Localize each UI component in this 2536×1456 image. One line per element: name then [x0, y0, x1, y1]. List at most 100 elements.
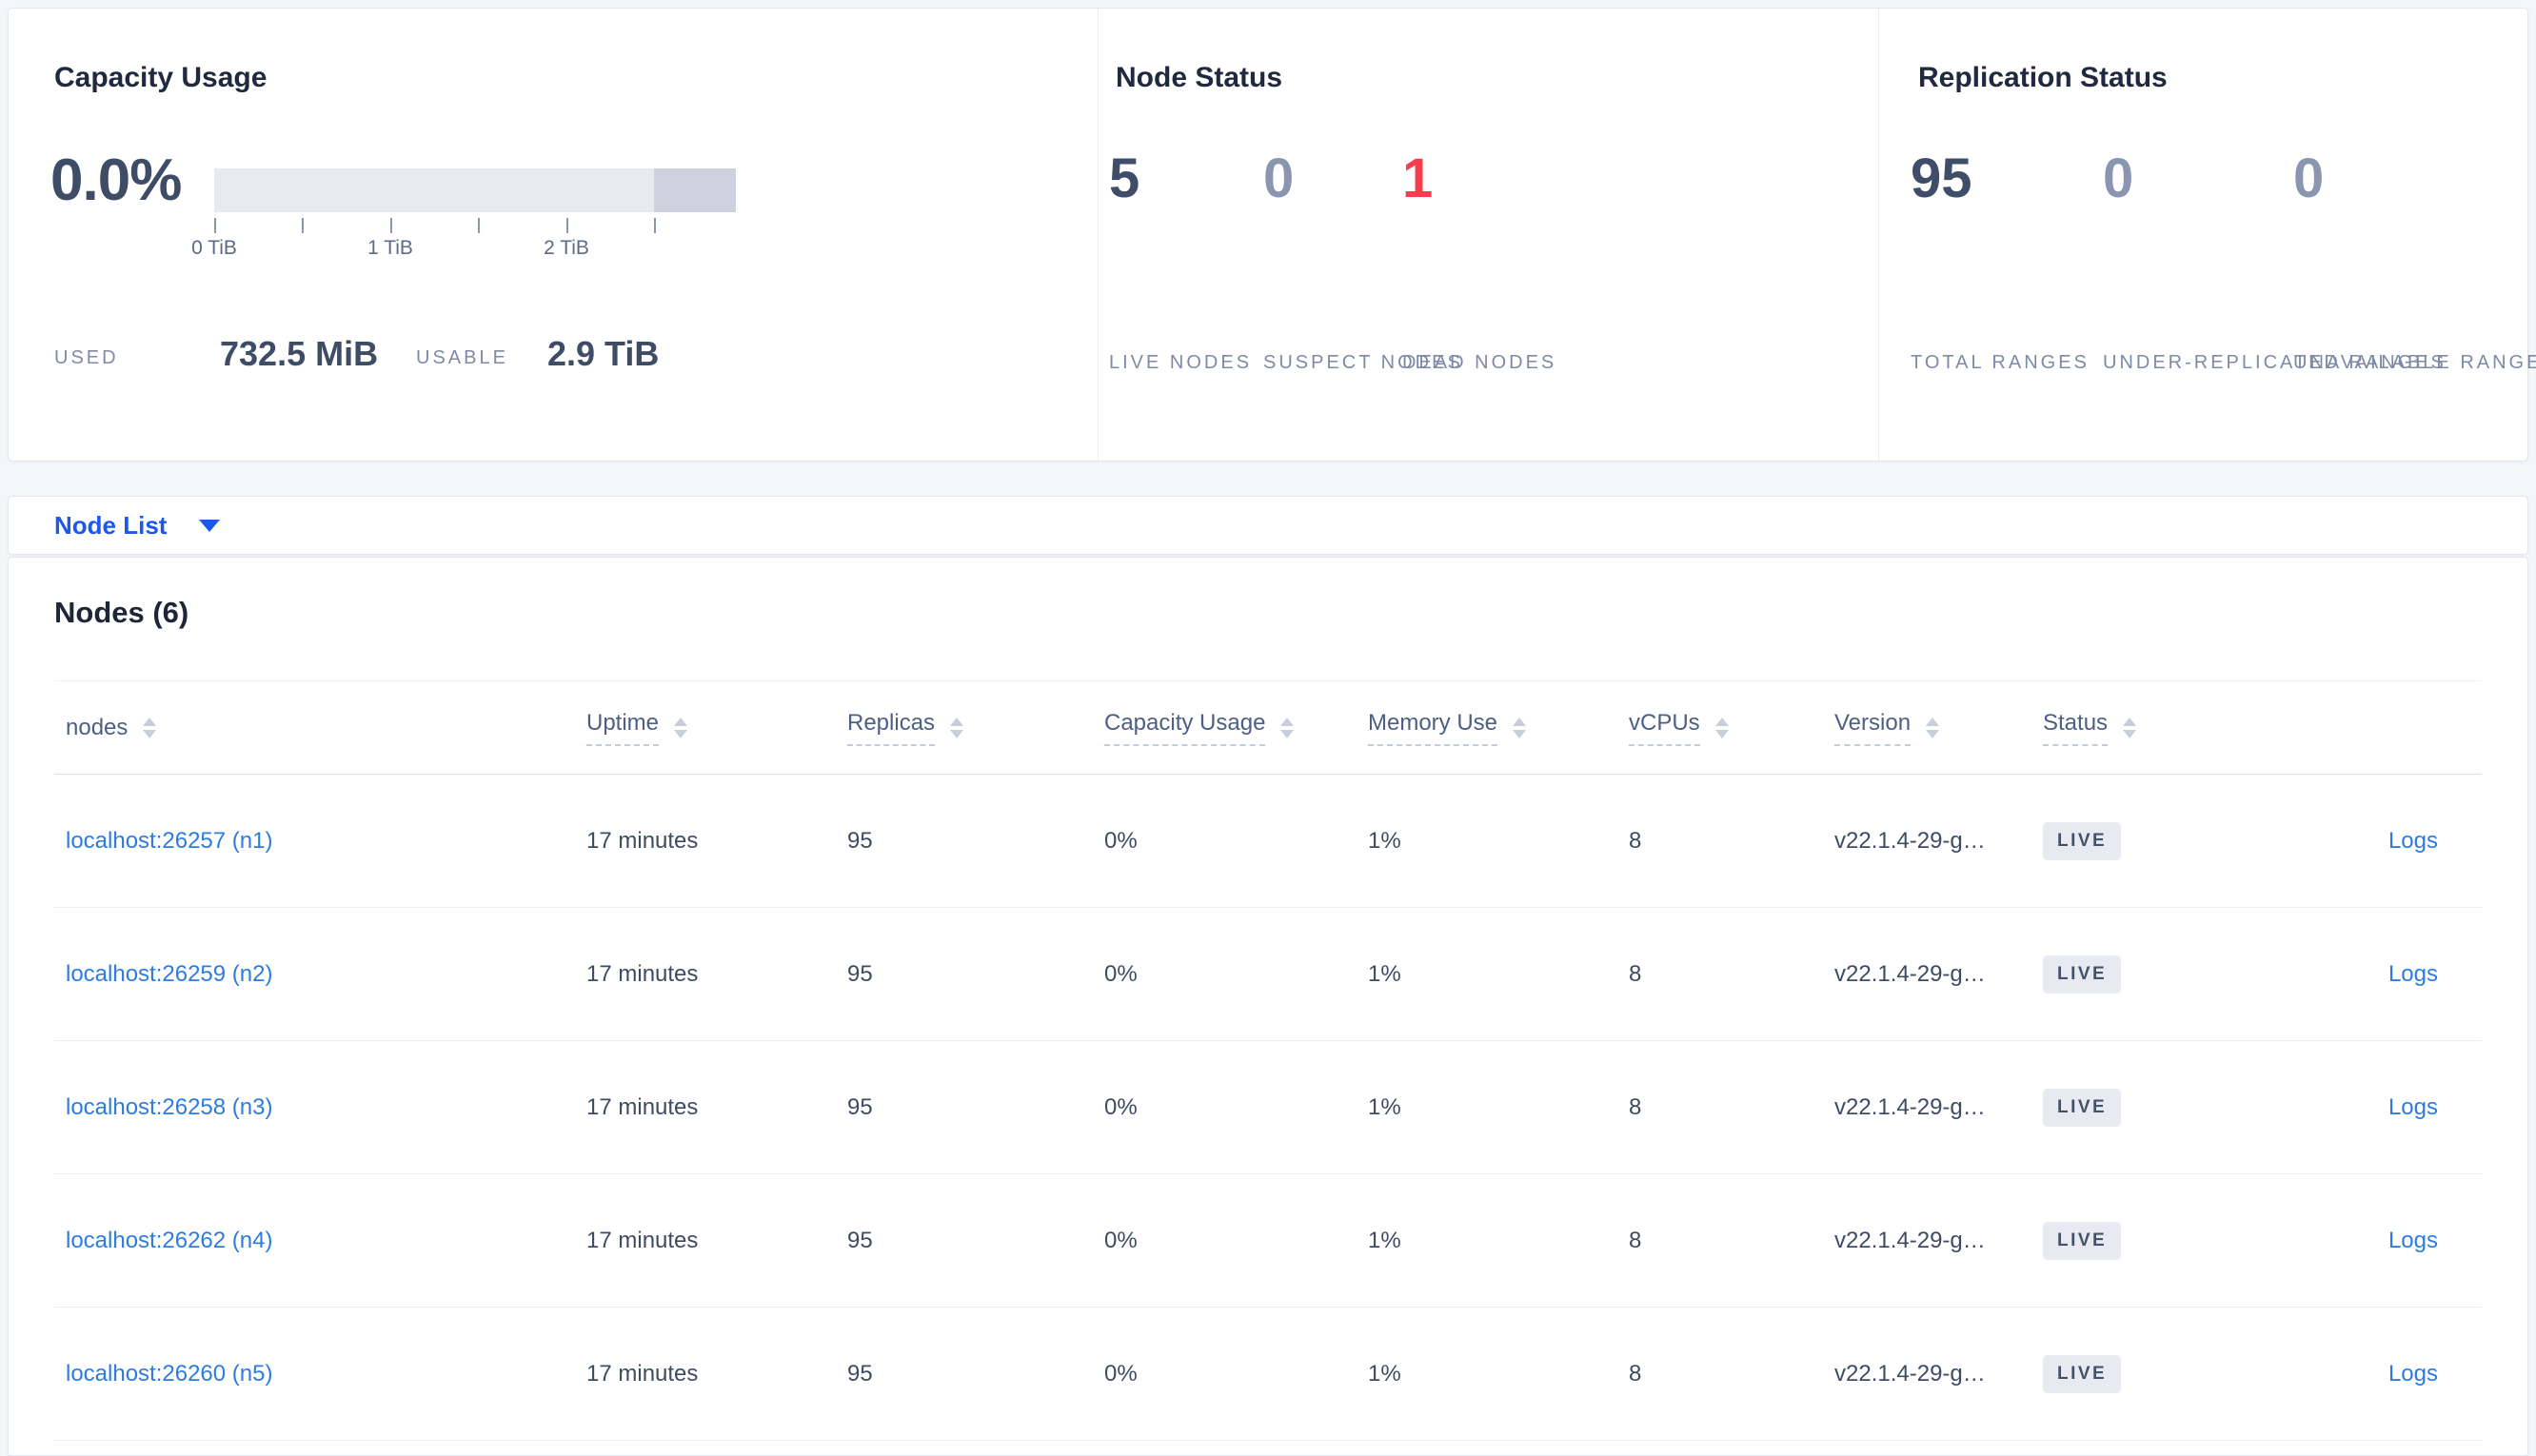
- replicas-cell: 95: [847, 827, 873, 854]
- usable-label: USABLE: [416, 347, 508, 368]
- table-row: localhost:26260 (n5) 17 minutes 95 0% 1%…: [54, 1308, 2482, 1441]
- logs-link[interactable]: Logs: [2388, 1094, 2438, 1120]
- capacity-bar: [214, 168, 736, 212]
- logs-link[interactable]: Logs: [2388, 961, 2438, 987]
- total-ranges-label: TOTAL RANGES: [1911, 352, 2090, 373]
- axis-tick: [214, 218, 216, 233]
- capacity-usage-cell: 0%: [1104, 827, 1138, 854]
- column-header-capacity-usage[interactable]: Capacity Usage: [1104, 710, 1368, 746]
- logs-link[interactable]: Logs: [2388, 1361, 2438, 1387]
- vcpus-cell: 8: [1629, 1093, 1642, 1120]
- version-cell: v22.1.4-29-g…: [1834, 1093, 1986, 1120]
- nodes-table-panel: Nodes (6) nodes Uptime Replicas Capacity…: [8, 557, 2528, 1456]
- vcpus-cell: 8: [1629, 1227, 1642, 1253]
- table-row: localhost:26259 (n2) 17 minutes 95 0% 1%…: [54, 908, 2482, 1041]
- table-body: localhost:26257 (n1) 17 minutes 95 0% 1%…: [54, 775, 2482, 1441]
- vcpus-cell: 8: [1629, 1360, 1642, 1387]
- suspect-nodes-count: 0: [1263, 148, 1295, 209]
- replication-status-title: Replication Status: [1918, 62, 2168, 93]
- column-header-memory-use[interactable]: Memory Use: [1368, 710, 1629, 746]
- vcpus-cell: 8: [1629, 827, 1642, 854]
- sort-icon: [1714, 717, 1729, 738]
- axis-tick-label: 0 TiB: [191, 237, 237, 259]
- unavailable-ranges-count: 0: [2293, 148, 2325, 209]
- section-divider: [1878, 9, 1879, 461]
- sort-icon: [674, 717, 688, 738]
- sort-icon: [950, 717, 964, 738]
- cluster-summary-card: Capacity Usage 0.0% 0 TiB 1 TiB 2 TiB US…: [8, 8, 2536, 462]
- view-selector-label: Node List: [54, 510, 168, 540]
- version-cell: v22.1.4-29-g…: [1834, 1227, 1986, 1253]
- vcpus-cell: 8: [1629, 960, 1642, 987]
- column-header-status[interactable]: Status: [2043, 710, 2233, 746]
- capacity-usage-cell: 0%: [1104, 960, 1138, 987]
- column-header-vcpus[interactable]: vCPUs: [1629, 710, 1834, 746]
- axis-tick: [302, 218, 304, 233]
- memory-use-cell: 1%: [1368, 960, 1401, 987]
- version-cell: v22.1.4-29-g…: [1834, 960, 1986, 987]
- used-label: USED: [54, 347, 119, 368]
- uptime-cell: 17 minutes: [586, 960, 699, 987]
- status-badge: LIVE: [2043, 821, 2122, 860]
- node-link[interactable]: localhost:26257 (n1): [66, 828, 272, 854]
- logs-link[interactable]: Logs: [2388, 828, 2438, 854]
- sort-icon: [143, 717, 157, 738]
- live-nodes-count: 5: [1109, 148, 1140, 209]
- node-link[interactable]: localhost:26259 (n2): [66, 961, 272, 987]
- axis-tick: [654, 218, 656, 233]
- node-status-title: Node Status: [1116, 62, 1283, 93]
- replicas-cell: 95: [847, 1360, 873, 1387]
- memory-use-cell: 1%: [1368, 1227, 1401, 1253]
- column-header-replicas[interactable]: Replicas: [847, 710, 1104, 746]
- chevron-down-icon: [199, 519, 221, 532]
- memory-use-cell: 1%: [1368, 1093, 1401, 1120]
- table-row: localhost:26258 (n3) 17 minutes 95 0% 1%…: [54, 1041, 2482, 1174]
- axis-tick: [566, 218, 568, 233]
- under-replicated-ranges-label: UNDER-REPLICATED RANGES: [2103, 352, 2447, 373]
- total-ranges-count: 95: [1911, 148, 1972, 209]
- memory-use-cell: 1%: [1368, 827, 1401, 854]
- table-row: localhost:26257 (n1) 17 minutes 95 0% 1%…: [54, 775, 2482, 908]
- view-selector-dropdown[interactable]: Node List: [8, 496, 2528, 555]
- sort-icon: [2123, 717, 2137, 738]
- section-divider: [1098, 9, 1099, 461]
- uptime-cell: 17 minutes: [586, 827, 699, 854]
- nodes-panel-title: Nodes (6): [54, 596, 189, 629]
- column-header-uptime[interactable]: Uptime: [586, 710, 847, 746]
- capacity-usage-cell: 0%: [1104, 1093, 1138, 1120]
- node-link[interactable]: localhost:26262 (n4): [66, 1228, 272, 1253]
- capacity-usage-cell: 0%: [1104, 1360, 1138, 1387]
- capacity-percent: 0.0%: [50, 148, 182, 213]
- node-link[interactable]: localhost:26258 (n3): [66, 1094, 272, 1120]
- usable-value: 2.9 TiB: [547, 334, 660, 373]
- version-cell: v22.1.4-29-g…: [1834, 827, 1986, 854]
- replicas-cell: 95: [847, 1227, 873, 1253]
- uptime-cell: 17 minutes: [586, 1227, 699, 1253]
- under-replicated-ranges-count: 0: [2103, 148, 2134, 209]
- node-link[interactable]: localhost:26260 (n5): [66, 1361, 272, 1387]
- axis-tick-label: 1 TiB: [367, 237, 413, 259]
- dead-nodes-count: 1: [1402, 148, 1434, 209]
- uptime-cell: 17 minutes: [586, 1360, 699, 1387]
- version-cell: v22.1.4-29-g…: [1834, 1360, 1986, 1387]
- capacity-usage-title: Capacity Usage: [54, 62, 267, 93]
- unavailable-ranges-label: UNAVAILABLE RANGES: [2293, 352, 2536, 373]
- status-badge: LIVE: [2043, 1088, 2122, 1127]
- logs-link[interactable]: Logs: [2388, 1228, 2438, 1253]
- cluster-overview-page: { "colors": { "bg": "#f4f6fa", "accent":…: [0, 0, 2536, 1456]
- table-header-row: nodes Uptime Replicas Capacity Usage Mem…: [54, 680, 2482, 775]
- column-header-nodes[interactable]: nodes: [66, 715, 586, 741]
- column-header-version[interactable]: Version: [1834, 710, 2043, 746]
- replicas-cell: 95: [847, 1093, 873, 1120]
- uptime-cell: 17 minutes: [586, 1093, 699, 1120]
- axis-tick-label: 2 TiB: [544, 237, 589, 259]
- status-badge: LIVE: [2043, 954, 2122, 994]
- sort-icon: [1513, 717, 1527, 738]
- capacity-bar-extra-segment: [654, 168, 736, 212]
- axis-tick: [390, 218, 392, 233]
- memory-use-cell: 1%: [1368, 1360, 1401, 1387]
- status-badge: LIVE: [2043, 1221, 2122, 1260]
- sort-icon: [1926, 717, 1940, 738]
- live-nodes-label: LIVE NODES: [1109, 352, 1253, 373]
- capacity-usage-cell: 0%: [1104, 1227, 1138, 1253]
